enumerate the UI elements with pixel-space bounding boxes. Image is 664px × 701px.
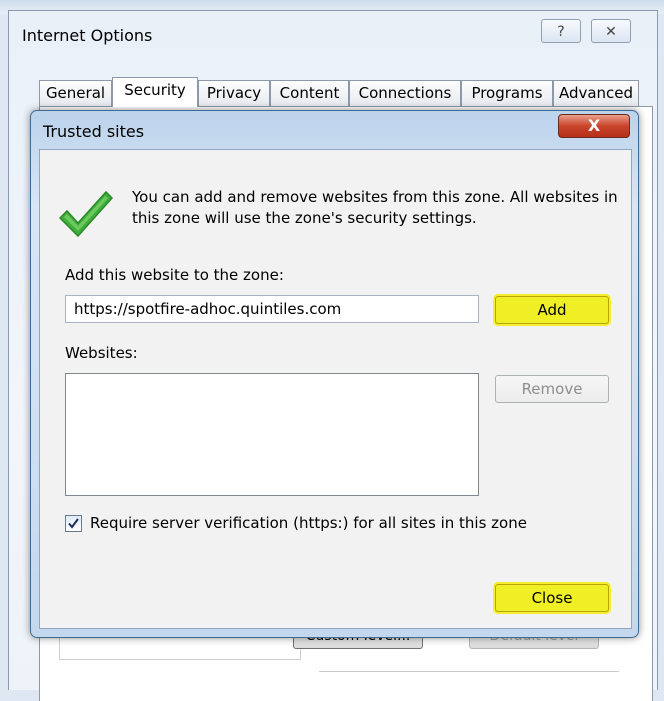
add-website-label: Add this website to the zone: [65, 266, 284, 284]
help-button[interactable]: ? [541, 19, 581, 43]
check-icon [68, 518, 79, 529]
tab-connections[interactable]: Connections [349, 80, 461, 106]
require-verification-label: Require server verification (https:) for… [90, 514, 527, 532]
tab-security[interactable]: Security [112, 77, 198, 107]
dialog-title: Trusted sites [43, 122, 145, 141]
dialog-close-button[interactable]: X [558, 114, 630, 138]
close-button[interactable]: Close [495, 584, 609, 612]
tab-programs[interactable]: Programs [461, 80, 553, 106]
websites-label: Websites: [65, 344, 138, 362]
websites-list[interactable] [65, 373, 479, 496]
divider [319, 671, 619, 672]
trusted-sites-dialog: Trusted sites X You can add and remove w… [30, 110, 639, 638]
require-verification-checkbox[interactable] [65, 515, 82, 532]
tab-general[interactable]: General [39, 80, 112, 106]
tab-advanced[interactable]: Advanced [553, 80, 639, 106]
tab-privacy[interactable]: Privacy [198, 80, 270, 106]
checkmark-icon [58, 190, 114, 238]
dialog-body: You can add and remove websites from thi… [39, 149, 632, 629]
window-title: Internet Options [22, 26, 153, 45]
website-url-input[interactable] [65, 295, 479, 323]
add-button[interactable]: Add [495, 296, 609, 324]
tab-content[interactable]: Content [270, 80, 349, 106]
intro-text: You can add and remove websites from thi… [132, 188, 618, 227]
remove-button[interactable]: Remove [495, 375, 609, 403]
window-close-button[interactable]: ✕ [591, 19, 631, 43]
